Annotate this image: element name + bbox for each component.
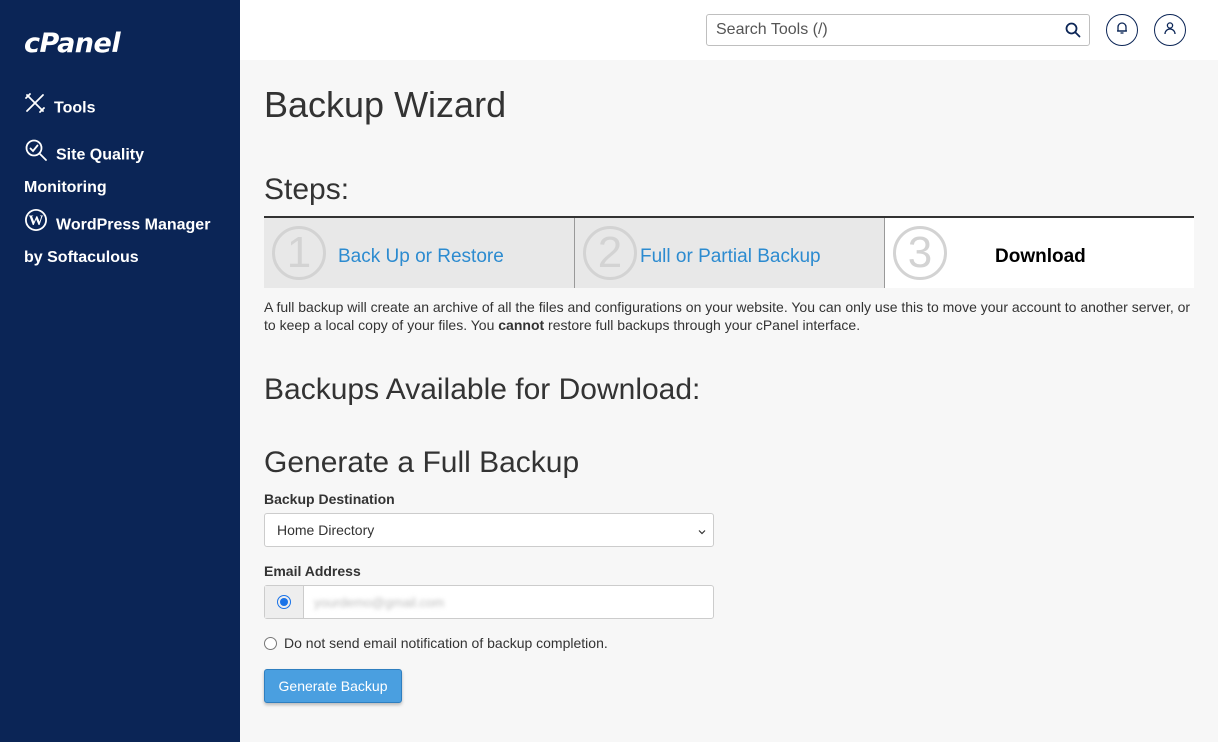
wordpress-icon: W	[24, 208, 48, 243]
search-input[interactable]	[716, 21, 1056, 39]
backup-destination-label: Backup Destination	[264, 491, 395, 507]
step-link[interactable]: Back Up or Restore	[338, 246, 504, 268]
page-title: Backup Wizard	[264, 84, 507, 125]
step-number: 1	[272, 226, 326, 280]
search-icon[interactable]	[1065, 22, 1081, 43]
email-notify-radio[interactable]	[265, 586, 304, 618]
chevron-down-icon	[697, 524, 707, 540]
sidebar-item-label: Tools	[54, 99, 96, 117]
sidebar-item-tools[interactable]: Tools	[24, 92, 95, 125]
step-full-or-partial-backup[interactable]: 2 Full or Partial Backup	[575, 218, 885, 288]
notifications-button[interactable]	[1106, 14, 1138, 46]
user-icon	[1163, 21, 1177, 40]
top-bar	[240, 0, 1218, 60]
steps-heading: Steps:	[264, 173, 350, 206]
step-current-label: Download	[995, 246, 1086, 267]
sidebar-item-wordpress-manager[interactable]: W WordPress Manager by Softaculous	[24, 208, 210, 273]
step-link[interactable]: Full or Partial Backup	[640, 246, 821, 268]
backup-destination-select[interactable]: Home Directory	[264, 513, 714, 547]
no-email-option[interactable]: Do not send email notification of backup…	[264, 635, 608, 651]
email-address-group	[264, 585, 714, 619]
no-email-label: Do not send email notification of backup…	[284, 635, 608, 651]
email-input[interactable]	[304, 586, 713, 618]
sidebar: cPanel Tools Site Quality Monitoring W W…	[0, 0, 240, 742]
generate-backup-button[interactable]: Generate Backup	[264, 669, 402, 703]
email-address-label: Email Address	[264, 563, 361, 579]
backups-available-heading: Backups Available for Download:	[264, 373, 701, 406]
generate-full-backup-heading: Generate a Full Backup	[264, 446, 580, 479]
site-quality-icon	[24, 138, 48, 173]
sidebar-item-site-quality[interactable]: Site Quality Monitoring	[24, 138, 144, 203]
sidebar-item-label: Site Quality	[56, 146, 145, 164]
step-number: 3	[893, 226, 947, 280]
selected-destination: Home Directory	[277, 522, 375, 538]
search-box[interactable]	[706, 14, 1090, 46]
sidebar-item-label-2: by Softaculous	[24, 249, 139, 266]
radio-selected-icon	[277, 595, 291, 609]
no-email-radio[interactable]	[264, 636, 277, 650]
sidebar-item-label-2: Monitoring	[24, 179, 107, 196]
bell-icon	[1115, 21, 1129, 40]
user-menu-button[interactable]	[1154, 14, 1186, 46]
wizard-steps: 1 Back Up or Restore 2 Full or Partial B…	[264, 216, 1194, 288]
svg-text:W: W	[29, 213, 44, 229]
full-backup-description: A full backup will create an archive of …	[264, 299, 1191, 333]
step-download: 3 Download	[885, 218, 1194, 288]
tools-icon	[24, 92, 46, 125]
step-number: 2	[583, 226, 637, 280]
cpanel-logo[interactable]: cPanel	[24, 28, 121, 59]
sidebar-item-label: WordPress Manager	[56, 216, 211, 234]
step-back-up-or-restore[interactable]: 1 Back Up or Restore	[264, 218, 575, 288]
